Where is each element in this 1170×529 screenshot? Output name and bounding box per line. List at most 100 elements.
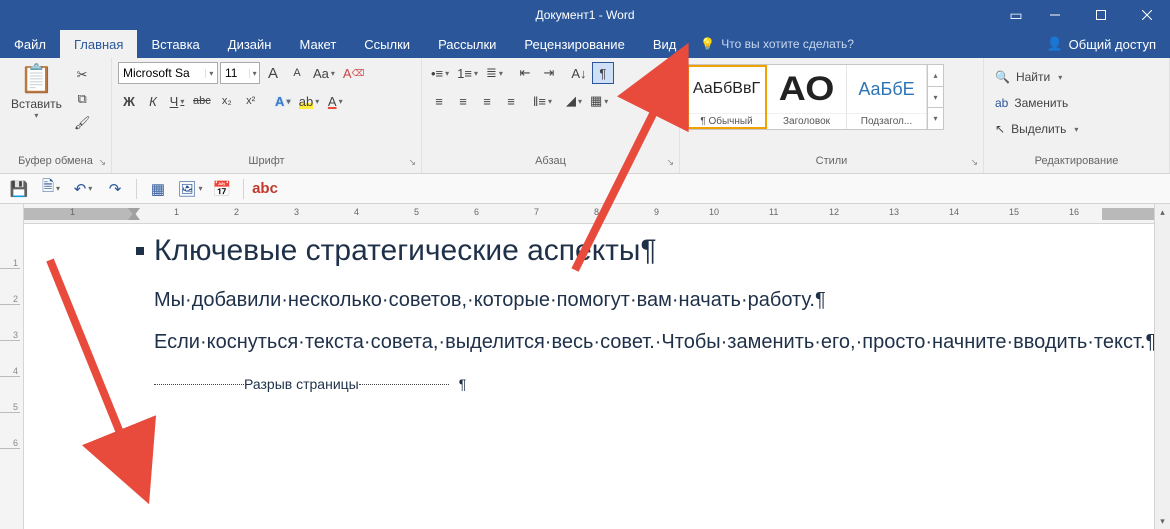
share-button[interactable]: 👤 Общий доступ	[1032, 30, 1170, 58]
vertical-scrollbar[interactable]: ▴ ▾	[1154, 204, 1170, 529]
cut-button[interactable]: ✂	[71, 64, 94, 86]
sort-button[interactable]: A↓	[568, 62, 590, 84]
tab-references[interactable]: Ссылки	[350, 30, 424, 58]
horizontal-ruler[interactable]: 1 1 2 3 4 5 6 7 8 9 10 11 12 13 14 15 16	[24, 204, 1170, 224]
select-button[interactable]: ↖Выделить▾	[990, 118, 1083, 140]
clear-formatting-button[interactable]: A⌫	[340, 62, 367, 84]
find-button[interactable]: 🔍Найти▾	[990, 66, 1083, 88]
justify-button[interactable]: ≡	[500, 90, 522, 112]
align-right-button[interactable]: ≡	[476, 90, 498, 112]
tab-insert[interactable]: Вставка	[137, 30, 213, 58]
font-name-combo[interactable]: ▾	[118, 62, 218, 84]
qat-undo-button[interactable]: ↶	[70, 177, 96, 201]
close-button[interactable]	[1124, 0, 1170, 30]
style-heading[interactable]: АО Заголовок	[767, 65, 847, 129]
tab-home[interactable]: Главная	[60, 30, 137, 58]
change-case-button[interactable]: Aa	[310, 62, 338, 84]
group-label-styles: Стили	[816, 155, 848, 167]
qat-spellcheck-button[interactable]: abc	[252, 177, 278, 201]
ribbon-display-options-icon[interactable]: ▭	[1000, 0, 1032, 30]
bold-button[interactable]: Ж	[118, 90, 140, 112]
underline-button[interactable]: Ч	[166, 90, 188, 112]
font-name-input[interactable]	[119, 66, 205, 80]
replace-button[interactable]: abЗаменить	[990, 92, 1083, 114]
tell-me-box[interactable]: 💡 Что вы хотите сделать?	[690, 30, 864, 58]
clipboard-icon: 📋	[19, 65, 54, 93]
qat-save-button[interactable]: 💾	[6, 177, 32, 201]
group-label-editing: Редактирование	[1035, 155, 1119, 167]
gallery-scroll-down[interactable]: ▾	[928, 86, 943, 108]
scroll-down-button[interactable]: ▾	[1155, 513, 1170, 529]
qat-new-button[interactable]: 🗎	[38, 177, 64, 201]
text-effects-button[interactable]: A	[272, 90, 294, 112]
grow-font-button[interactable]: A	[262, 62, 284, 84]
shading-button[interactable]: ◢	[563, 90, 585, 112]
paste-button[interactable]: 📋 Вставить ▾	[6, 62, 67, 155]
qat-table-button[interactable]: ▦	[145, 177, 171, 201]
decrease-indent-button[interactable]: ⇤	[514, 62, 536, 84]
copy-button[interactable]: ⧉	[71, 88, 94, 110]
document-area: L 1 2 3 4 5 6 1 1 2 3 4 5 6 7 8 9 10 11 …	[0, 204, 1170, 529]
font-size-combo[interactable]: ▾	[220, 62, 260, 84]
chevron-down-icon[interactable]: ▾	[205, 69, 217, 78]
paragraph-2[interactable]: Если·коснуться·текста·совета,·выделится·…	[154, 326, 1150, 358]
tab-design[interactable]: Дизайн	[214, 30, 286, 58]
font-size-input[interactable]	[221, 66, 249, 80]
person-icon: 👤	[1046, 36, 1062, 52]
shrink-font-button[interactable]: A	[286, 62, 308, 84]
search-icon: 🔍	[995, 70, 1010, 84]
tab-view[interactable]: Вид	[639, 30, 691, 58]
quick-access-toolbar: 💾 🗎 ↶ ↷ ▦ 🖼 📅 abc	[0, 174, 1170, 204]
tab-file[interactable]: Файл	[0, 30, 60, 58]
indent-marker-icon[interactable]	[128, 204, 140, 224]
styles-launcher[interactable]: ↘	[968, 156, 980, 169]
style-normal[interactable]: АаБбВвГ ¶ Обычный	[687, 65, 767, 129]
increase-indent-button[interactable]: ⇥	[538, 62, 560, 84]
paragraph-launcher[interactable]: ↘	[664, 156, 676, 169]
qat-image-button[interactable]: 🖼	[177, 177, 203, 201]
tell-me-placeholder: Что вы хотите сделать?	[721, 37, 854, 51]
tab-mailings[interactable]: Рассылки	[424, 30, 510, 58]
page-break-indicator[interactable]: Разрыв страницы ¶	[154, 376, 1150, 392]
ribbon-tabs: Файл Главная Вставка Дизайн Макет Ссылки…	[0, 30, 1170, 58]
clipboard-launcher[interactable]: ↘	[96, 156, 108, 169]
show-hide-marks-button[interactable]: ¶	[592, 62, 614, 84]
subscript-button[interactable]: x₂	[216, 90, 238, 112]
vertical-ruler[interactable]: 1 2 3 4 5 6	[0, 204, 24, 529]
document-title: Документ1 - Word	[535, 8, 634, 22]
qat-calendar-button[interactable]: 📅	[209, 177, 235, 201]
superscript-button[interactable]: x²	[240, 90, 262, 112]
maximize-button[interactable]	[1078, 0, 1124, 30]
minimize-button[interactable]	[1032, 0, 1078, 30]
cursor-icon: ↖	[995, 122, 1005, 136]
borders-button[interactable]: ▦	[587, 90, 611, 112]
numbering-button[interactable]: 1≡	[454, 62, 481, 84]
line-spacing-button[interactable]: ‖≡	[530, 90, 555, 112]
paragraph-1[interactable]: Мы·добавили·несколько·советов,·которые·п…	[154, 284, 1150, 316]
document-page[interactable]: Ключевые стратегические аспекты¶ Мы·доба…	[34, 234, 1150, 392]
format-painter-button[interactable]: 🖌	[71, 112, 94, 134]
font-launcher[interactable]: ↘	[406, 156, 418, 169]
align-left-button[interactable]: ≡	[428, 90, 450, 112]
replace-icon: ab	[995, 96, 1008, 110]
style-subheading[interactable]: АаБбЕ Подзагол...	[847, 65, 927, 129]
bullets-button[interactable]: •≡	[428, 62, 452, 84]
strikethrough-button[interactable]: abc	[190, 90, 214, 112]
align-center-button[interactable]: ≡	[452, 90, 474, 112]
bullet-icon	[136, 247, 144, 255]
tab-layout[interactable]: Макет	[285, 30, 350, 58]
font-color-button[interactable]: A	[324, 90, 346, 112]
tab-review[interactable]: Рецензирование	[510, 30, 638, 58]
gallery-more-button[interactable]: ▾	[928, 107, 943, 129]
heading-text[interactable]: Ключевые стратегические аспекты¶	[136, 234, 1150, 268]
highlight-button[interactable]: ab	[296, 90, 322, 112]
qat-redo-button[interactable]: ↷	[102, 177, 128, 201]
gallery-scroll-up[interactable]: ▴	[928, 65, 943, 86]
chevron-down-icon[interactable]: ▾	[249, 69, 259, 78]
scroll-up-button[interactable]: ▴	[1155, 204, 1170, 220]
window-titlebar: Документ1 - Word ▭	[0, 0, 1170, 30]
italic-button[interactable]: К	[142, 90, 164, 112]
multilevel-list-button[interactable]: ≣	[483, 62, 506, 84]
group-label-clipboard: Буфер обмена	[18, 155, 93, 167]
styles-gallery: АаБбВвГ ¶ Обычный АО Заголовок АаБбЕ Под…	[686, 64, 944, 130]
